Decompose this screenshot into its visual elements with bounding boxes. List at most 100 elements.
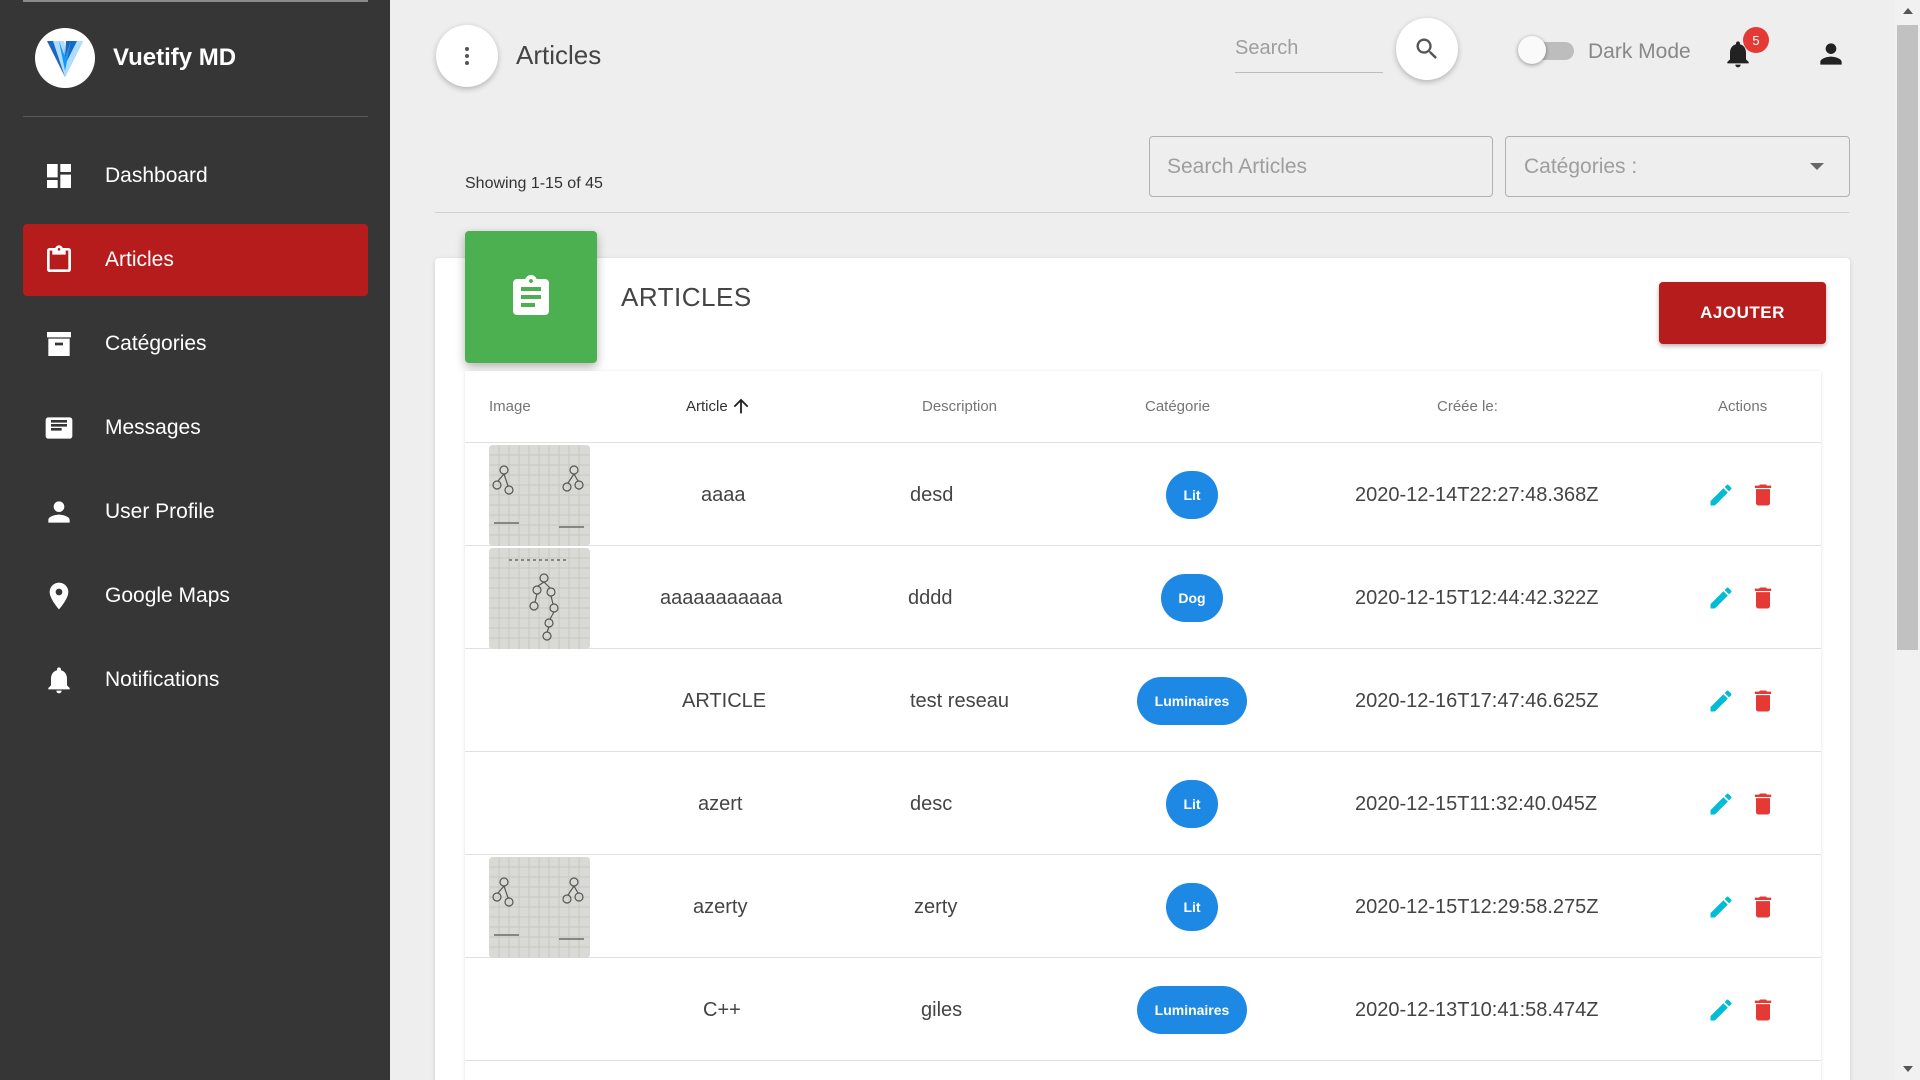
edit-icon[interactable] xyxy=(1707,481,1735,509)
article-name: azerty xyxy=(693,896,748,918)
article-name: aaaaaaaaaaa xyxy=(660,587,783,609)
delete-icon[interactable] xyxy=(1749,893,1777,921)
scrollbar-thumb[interactable] xyxy=(1897,25,1918,650)
category-chip[interactable]: Lit xyxy=(1166,883,1218,931)
article-name: aaaa xyxy=(701,484,746,506)
table-row[interactable]: aaaaaaaaaaa dddd Dog 2020-12-15T12:44:42… xyxy=(465,546,1821,649)
article-description: desd xyxy=(910,484,954,506)
article-description: test reseau xyxy=(910,690,1009,712)
dark-mode-label: Dark Mode xyxy=(1588,40,1691,63)
sidebar-item-label: Messages xyxy=(105,416,201,439)
created-date: 2020-12-14T22:27:48.368Z xyxy=(1355,484,1599,506)
sketch-image xyxy=(489,548,590,649)
person-icon xyxy=(1820,43,1842,65)
toggle-knob xyxy=(1518,36,1546,64)
edit-icon[interactable] xyxy=(1707,893,1735,921)
sketch-image xyxy=(489,445,590,546)
search-articles-input[interactable] xyxy=(1150,137,1492,196)
search-field[interactable] xyxy=(1235,28,1383,73)
brand[interactable]: Vuetify MD xyxy=(23,0,368,117)
category-chip[interactable]: Luminaires xyxy=(1137,986,1247,1034)
brand-title: Vuetify MD xyxy=(113,44,237,71)
map-marker-icon xyxy=(43,580,75,612)
sidebar-nav: Dashboard Articles Catégories Messages U… xyxy=(23,140,368,728)
sidebar-item-dashboard[interactable]: Dashboard xyxy=(23,140,368,212)
sidebar-item-articles[interactable]: Articles xyxy=(23,224,368,296)
category-chip[interactable]: Luminaires xyxy=(1137,677,1247,725)
search-input[interactable] xyxy=(1235,28,1383,68)
delete-icon[interactable] xyxy=(1749,996,1777,1024)
created-date: 2020-12-15T12:29:58.275Z xyxy=(1355,896,1599,918)
card-title: ARTICLES xyxy=(621,282,752,312)
category-chip[interactable]: Lit xyxy=(1166,780,1218,828)
chevron-down-icon xyxy=(1810,163,1824,170)
sidebar-item-categories[interactable]: Catégories xyxy=(23,308,368,380)
column-header-article[interactable]: Article xyxy=(686,395,752,417)
pagination-summary: Showing 1-15 of 45 xyxy=(465,175,603,192)
column-header-image[interactable]: Image xyxy=(489,398,531,415)
message-icon xyxy=(43,412,75,444)
search-button[interactable] xyxy=(1396,18,1458,80)
edit-icon[interactable] xyxy=(1707,584,1735,612)
created-date: 2020-12-15T12:44:42.322Z xyxy=(1355,587,1599,609)
table-row[interactable]: aaaa desd Lit 2020-12-14T22:27:48.368Z xyxy=(465,443,1821,546)
page-title: Articles xyxy=(516,40,602,70)
table-header: Image Article Description Catégorie Créé… xyxy=(465,371,1821,443)
article-description: dddd xyxy=(908,587,953,609)
card-header-icon xyxy=(465,231,597,363)
article-description: giles xyxy=(921,999,963,1021)
sidebar-item-messages[interactable]: Messages xyxy=(23,392,368,464)
page-scrollbar[interactable] xyxy=(1895,0,1920,1080)
archive-icon xyxy=(43,328,75,360)
bell-icon xyxy=(43,664,75,696)
arrow-up-icon xyxy=(733,398,749,414)
table-row[interactable]: C++ giles Luminaires 2020-12-13T10:41:58… xyxy=(465,958,1821,1061)
scroll-down-arrow-icon[interactable] xyxy=(1903,1066,1913,1072)
divider xyxy=(435,212,1849,213)
sidebar-item-label: Dashboard xyxy=(105,164,208,187)
person-icon xyxy=(43,496,75,528)
search-articles-field[interactable] xyxy=(1149,136,1493,197)
column-header-description[interactable]: Description xyxy=(922,398,997,415)
delete-icon[interactable] xyxy=(1749,790,1777,818)
add-article-button[interactable]: AJOUTER xyxy=(1659,282,1826,344)
dark-mode-toggle[interactable] xyxy=(1518,36,1576,64)
article-thumbnail xyxy=(489,445,590,546)
sketch-image xyxy=(489,857,590,958)
scroll-up-arrow-icon[interactable] xyxy=(1903,8,1913,14)
edit-icon[interactable] xyxy=(1707,996,1735,1024)
articles-table: Image Article Description Catégorie Créé… xyxy=(465,371,1821,1080)
account-button[interactable] xyxy=(1815,38,1847,70)
sidebar-item-label: Notifications xyxy=(105,668,220,691)
table-row[interactable]: azerty zerty Lit 2020-12-15T12:29:58.275… xyxy=(465,855,1821,958)
edit-icon[interactable] xyxy=(1707,790,1735,818)
delete-icon[interactable] xyxy=(1749,481,1777,509)
edit-icon[interactable] xyxy=(1707,687,1735,715)
notification-count-badge: 5 xyxy=(1743,27,1769,53)
article-name: azert xyxy=(698,793,743,815)
vuetify-logo-icon xyxy=(35,28,95,88)
clipboard-icon xyxy=(43,244,75,276)
more-options-button[interactable] xyxy=(436,25,498,87)
column-header-created[interactable]: Créée le: xyxy=(1437,398,1498,415)
created-date: 2020-12-15T11:32:40.045Z xyxy=(1355,793,1598,815)
category-chip[interactable]: Dog xyxy=(1161,574,1223,622)
category-chip[interactable]: Lit xyxy=(1166,471,1218,519)
sidebar-item-label: Articles xyxy=(105,248,174,271)
category-select-label: Catégories : xyxy=(1524,154,1638,178)
article-description: desc xyxy=(910,793,953,815)
delete-icon[interactable] xyxy=(1749,687,1777,715)
category-select[interactable]: Catégories : xyxy=(1505,136,1850,197)
sidebar-item-notifications[interactable]: Notifications xyxy=(23,644,368,716)
sidebar-item-user-profile[interactable]: User Profile xyxy=(23,476,368,548)
sidebar-item-label: Google Maps xyxy=(105,584,230,607)
dots-vertical-icon xyxy=(465,47,469,65)
sidebar-item-google-maps[interactable]: Google Maps xyxy=(23,560,368,632)
delete-icon[interactable] xyxy=(1749,584,1777,612)
table-row[interactable]: ARTICLE test reseau Luminaires 2020-12-1… xyxy=(465,649,1821,752)
created-date: 2020-12-13T10:41:58.474Z xyxy=(1355,999,1599,1021)
column-header-category[interactable]: Catégorie xyxy=(1145,398,1210,415)
dashboard-icon xyxy=(43,160,75,192)
sidebar-item-label: User Profile xyxy=(105,500,215,523)
table-row[interactable]: azert desc Lit 2020-12-15T11:32:40.045Z xyxy=(465,752,1821,855)
